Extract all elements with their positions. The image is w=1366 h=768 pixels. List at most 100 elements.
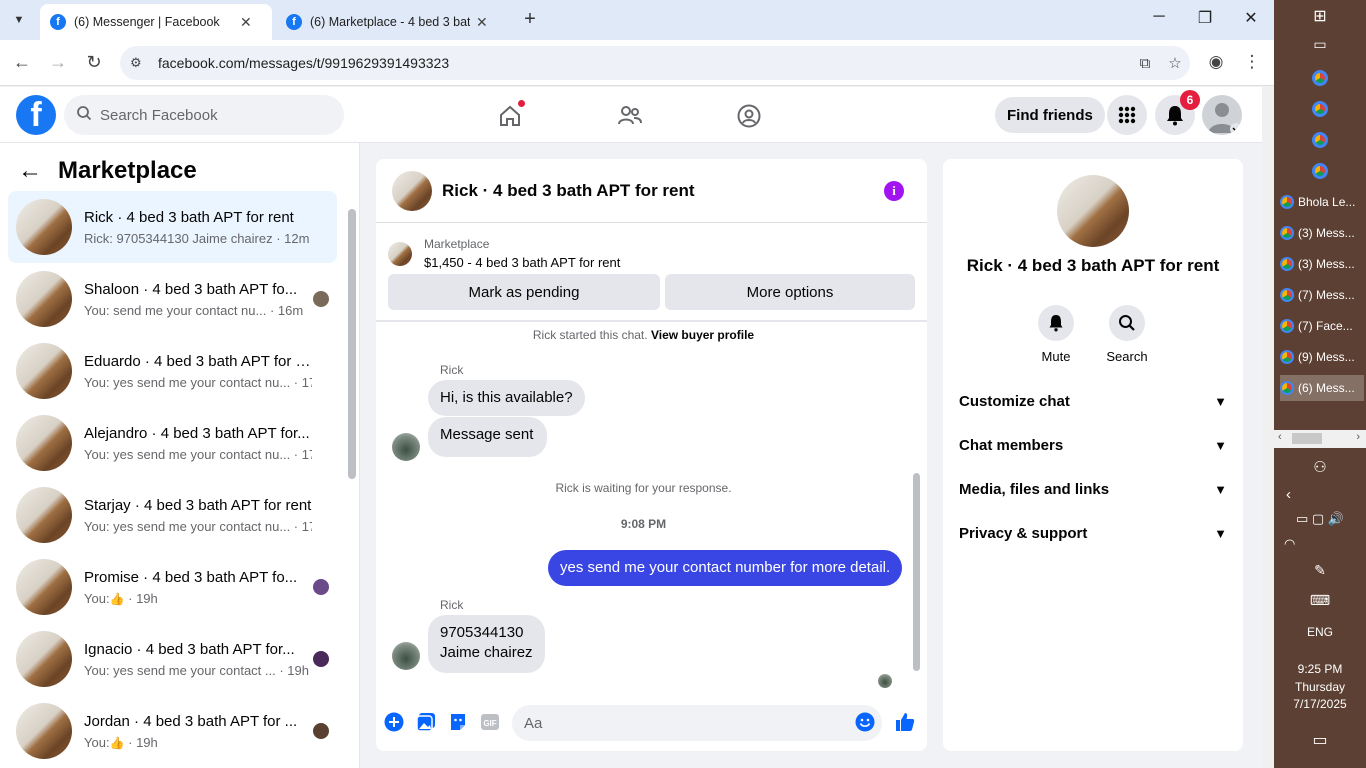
taskbar-window[interactable]: (3) Mess... [1280,251,1364,277]
task-view-icon[interactable]: ▭ [1274,36,1366,53]
chat-members-section[interactable]: Chat members ▼ [959,433,1227,457]
message-input-box[interactable] [512,705,882,741]
back-arrow-icon[interactable]: ← [18,157,42,185]
chrome-icon[interactable] [1312,101,1328,117]
scroll-left-icon[interactable]: ‹ [1278,431,1282,443]
info-icon[interactable]: i [884,181,904,201]
network-icon[interactable]: ◠ [1274,536,1366,552]
site-info-icon[interactable]: ⚙ [130,55,156,71]
clock-date[interactable]: 7/17/2025 [1274,697,1366,711]
chat-scrollbar[interactable] [911,323,923,689]
thumbs-up-icon[interactable] [894,711,916,733]
plus-circle-icon[interactable] [383,711,405,733]
listing-thumbnail-large[interactable] [1057,175,1129,247]
reload-icon[interactable]: ↻ [82,52,106,73]
taskbar-window[interactable]: Bhola Le... [1280,189,1364,215]
tab-close-icon[interactable]: ✕ [240,14,252,31]
install-app-icon[interactable]: ⧉ [1130,55,1160,72]
chrome-icon[interactable] [1312,132,1328,148]
forward-arrow-icon[interactable]: → [46,52,70,73]
notification-center-icon[interactable]: ▭ [1274,730,1366,750]
chat-title[interactable]: Rick · 4 bed 3 bath APT for rent [442,181,695,201]
new-tab-icon[interactable]: + [518,8,542,31]
listing-thumbnail [16,415,72,471]
mute-button[interactable]: Mute [1016,305,1096,364]
windows-start-icon[interactable]: ⊞ [1274,6,1366,26]
back-arrow-icon[interactable]: ← [10,52,34,73]
restore-icon[interactable]: ❐ [1190,8,1220,28]
account-avatar[interactable] [1202,95,1242,135]
clock-time[interactable]: 9:25 PM [1274,662,1366,676]
photo-icon[interactable] [415,711,437,733]
outgoing-message-bubble[interactable]: yes send me your contact number for more… [548,550,903,586]
more-options-button[interactable]: More options [665,274,915,310]
show-hidden-icons-chevron[interactable]: ‹ [1274,486,1366,503]
message-input[interactable] [524,714,824,732]
scrollbar-thumb[interactable] [1292,433,1322,444]
bookmark-star-icon[interactable]: ☆ [1160,54,1190,72]
taskbar-window[interactable]: (7) Mess... [1280,282,1364,308]
tray-status-icons[interactable]: ▭ ▢ 🔊 [1274,511,1366,527]
taskbar-window[interactable]: (3) Mess... [1280,220,1364,246]
emoji-icon[interactable] [854,711,876,733]
message-bubble[interactable]: 9705344130 Jaime chairez [428,615,545,673]
language-indicator[interactable]: ENG [1274,625,1366,639]
search-chat-button[interactable]: Search [1087,305,1167,364]
scroll-right-icon[interactable]: › [1356,431,1360,443]
keyboard-icon[interactable]: ⌨ [1274,592,1366,609]
taskbar-window-active[interactable]: (6) Mess... [1280,375,1364,401]
page-scrollbar[interactable] [1262,87,1274,768]
sender-avatar[interactable] [392,433,420,461]
search-input[interactable] [100,106,320,124]
pen-icon[interactable]: ✎ [1274,562,1366,579]
conversation-item[interactable]: Alejandro · 4 bed 3 bath APT for... You:… [8,407,337,479]
taskbar-scrollbar[interactable]: ‹ › [1274,430,1366,448]
conversation-item[interactable]: Rick · 4 bed 3 bath APT for rent Rick: 9… [8,191,337,263]
taskbar-window[interactable]: (9) Mess... [1280,344,1364,370]
taskbar-window-label: (7) Face... [1298,319,1353,333]
groups-icon[interactable] [734,101,764,131]
conversation-item[interactable]: Starjay · 4 bed 3 bath APT for rent You:… [8,479,337,551]
profile-icon[interactable]: ◉ [1204,52,1228,72]
find-friends-button[interactable]: Find friends [995,97,1105,133]
menu-grid-icon[interactable] [1107,95,1147,135]
privacy-support-section[interactable]: Privacy & support ▼ [959,521,1227,545]
tab-marketplace[interactable]: f (6) Marketplace - 4 bed 3 bath APT for… [276,4,512,40]
scrollbar-thumb[interactable] [913,473,920,671]
listing-card[interactable]: Marketplace $1,450 - 4 bed 3 bath APT fo… [388,237,620,270]
taskbar-window[interactable]: (7) Face... [1280,313,1364,339]
message-bubble[interactable]: Hi, is this available? [428,380,585,416]
window-close-icon[interactable]: ✕ [1236,8,1266,28]
tab-close-icon[interactable]: ✕ [476,14,488,31]
chrome-icon[interactable] [1312,163,1328,179]
chrome-icon[interactable] [1312,70,1328,86]
conversation-item[interactable]: Promise · 4 bed 3 bath APT fo... You:👍 ·… [8,551,337,623]
address-bar[interactable]: ⚙ facebook.com/messages/t/99196293914933… [120,46,1190,80]
mark-as-pending-button[interactable]: Mark as pending [388,274,660,310]
conversation-item[interactable]: Shaloon · 4 bed 3 bath APT fo... You: se… [8,263,337,335]
tab-search-chevron-icon[interactable]: ▼ [6,8,32,32]
media-files-links-section[interactable]: Media, files and links ▼ [959,477,1227,501]
conversation-item[interactable]: Jordan · 4 bed 3 bath APT for ... You:👍 … [8,695,337,767]
view-buyer-profile-link[interactable]: View buyer profile [651,328,754,342]
friends-icon[interactable] [615,101,645,131]
conversation-item[interactable]: Ignacio · 4 bed 3 bath APT for... You: y… [8,623,337,695]
clock-day[interactable]: Thursday [1274,680,1366,694]
tab-messenger[interactable]: f (6) Messenger | Facebook ✕ [40,4,272,40]
people-icon[interactable]: ⚇ [1274,458,1366,476]
customize-chat-section[interactable]: Customize chat ▼ [959,389,1227,413]
conversation-item[interactable]: Eduardo · 4 bed 3 bath APT for r... You:… [8,335,337,407]
facebook-logo-icon[interactable]: f [16,95,56,135]
url-text[interactable]: facebook.com/messages/t/9919629391493323 [158,55,1130,71]
menu-kebab-icon[interactable]: ⋮ [1240,52,1264,72]
sticker-icon[interactable] [447,711,469,733]
minimize-icon[interactable]: ─ [1144,8,1174,26]
home-icon[interactable] [495,99,526,131]
facebook-search[interactable] [64,95,344,135]
message-bubble[interactable]: Message sent [428,417,548,457]
sidebar-scrollbar[interactable] [346,195,358,765]
scrollbar-thumb[interactable] [348,209,356,479]
chat-listing-thumbnail[interactable] [392,170,432,211]
gif-icon[interactable]: GIF [479,711,501,733]
sender-avatar[interactable] [392,642,420,670]
